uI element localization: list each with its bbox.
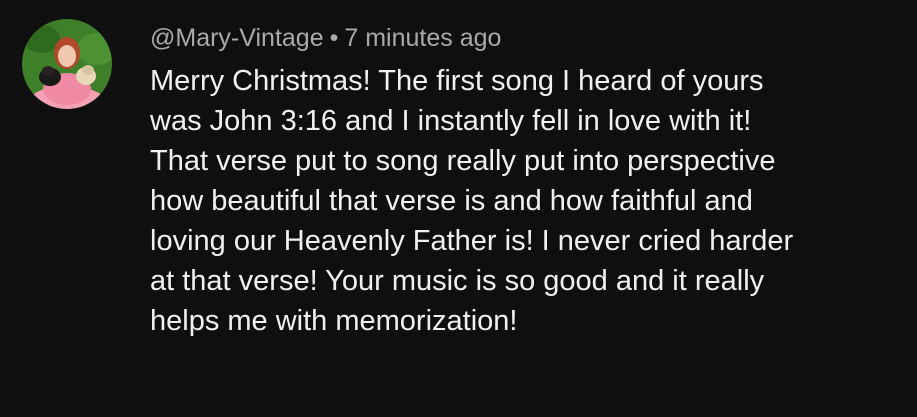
comment-text-line: Merry Christmas! The first song I heard … <box>150 65 764 97</box>
profile-photo-avatar-icon <box>22 19 112 109</box>
comment-header: @Mary-Vintage • 7 minutes ago <box>150 21 900 55</box>
comment-text: Merry Christmas! The first song I heard … <box>150 61 900 341</box>
comment-body: @Mary-Vintage • 7 minutes ago Merry Christ… <box>150 21 900 341</box>
comment-text-line: was John 3:16 and I instantly fell in lo… <box>150 105 752 137</box>
avatar[interactable] <box>22 19 112 109</box>
comment-text-line: That verse put to song really put into p… <box>150 145 776 177</box>
comment-timestamp[interactable]: 7 minutes ago <box>344 24 501 52</box>
comment-text-line: helps me with memorization! <box>150 305 518 337</box>
comment-thread: @Mary-Vintage • 7 minutes ago Merry Christ… <box>0 0 917 417</box>
comment-text-line: how beautiful that verse is and how fait… <box>150 185 753 217</box>
comment-text-line: loving our Heavenly Father is! I never c… <box>150 225 794 257</box>
meta-separator: • <box>329 24 339 52</box>
comment-text-line: at that verse! Your music is so good and… <box>150 265 765 297</box>
author-handle[interactable]: @Mary-Vintage <box>150 24 324 52</box>
